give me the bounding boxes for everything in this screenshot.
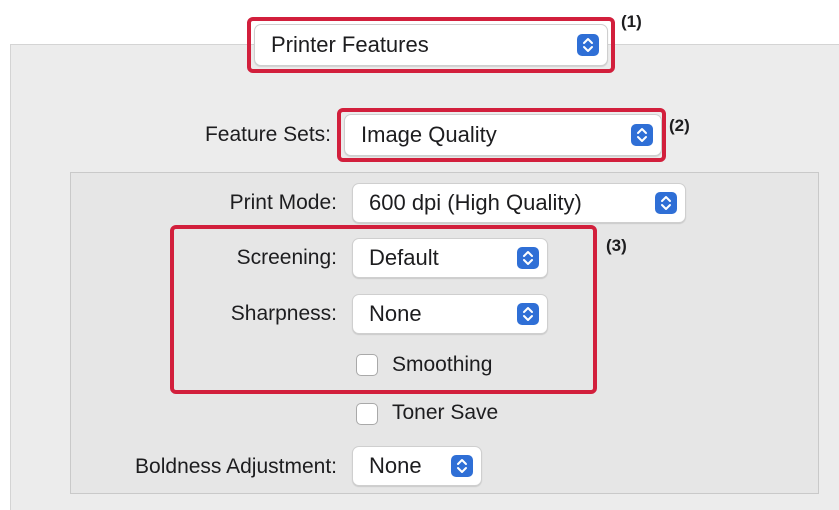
boldness-adjustment-value: None xyxy=(369,453,422,478)
feature-sets-label: Feature Sets: xyxy=(204,123,331,146)
callout-box-3 xyxy=(170,225,597,394)
callout-box-1 xyxy=(247,17,615,73)
toner-save-label[interactable]: Toner Save xyxy=(392,401,498,425)
print-mode-popup[interactable]: 600 dpi (High Quality) xyxy=(352,183,686,223)
toner-save-checkbox[interactable] xyxy=(356,403,378,425)
print-mode-value: 600 dpi (High Quality) xyxy=(369,190,582,215)
up-down-chevron-icon xyxy=(655,192,677,214)
up-down-chevron-icon xyxy=(451,455,473,477)
boldness-adjustment-popup[interactable]: None xyxy=(352,446,482,486)
callout-number-2: (2) xyxy=(669,116,690,135)
callout-number-3: (3) xyxy=(606,236,627,255)
print-mode-label: Print Mode: xyxy=(229,191,337,214)
callout-number-1: (1) xyxy=(621,12,642,31)
callout-box-2 xyxy=(337,108,666,162)
boldness-adjustment-label: Boldness Adjustment: xyxy=(135,455,337,478)
